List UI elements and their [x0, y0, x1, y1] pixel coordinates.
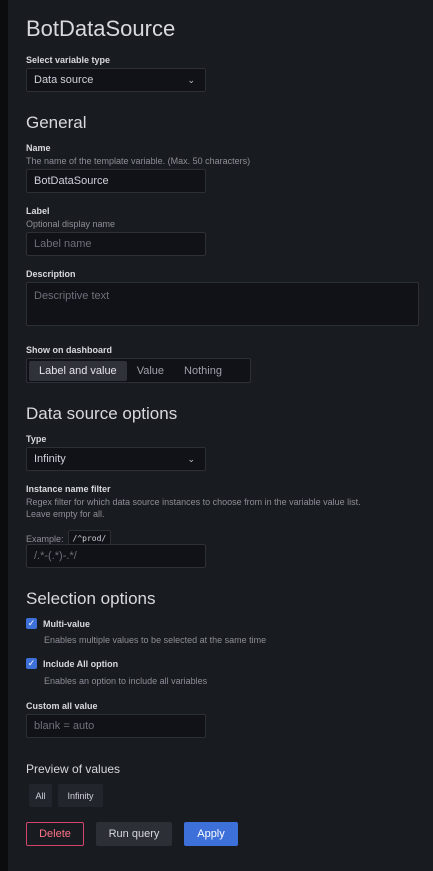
label-description: Optional display name — [26, 219, 116, 229]
check-icon[interactable]: ✓ — [26, 618, 37, 629]
show-on-dashboard-radio-group: Label and value Value Nothing — [26, 358, 251, 383]
multi-value-label: Multi-value — [43, 618, 91, 629]
radio-value[interactable]: Value — [127, 361, 174, 381]
custom-all-input[interactable]: blank = auto — [26, 714, 206, 738]
left-edge — [0, 0, 8, 871]
variable-type-label: Select variable type — [26, 55, 111, 65]
label-input[interactable]: Label name — [26, 232, 206, 256]
name-description: The name of the template variable. (Max.… — [26, 156, 251, 166]
variable-type-value: Data source — [34, 74, 94, 86]
instance-filter-label: Instance name filter — [26, 484, 111, 494]
chevron-down-icon: ⌄ — [187, 74, 195, 85]
radio-nothing[interactable]: Nothing — [174, 361, 232, 381]
datasource-options-heading: Data source options — [26, 404, 178, 423]
multi-value-row[interactable]: ✓ Multi-value — [26, 618, 90, 629]
selection-options-heading: Selection options — [26, 589, 156, 608]
preview-value-infinity: Infinity — [58, 784, 103, 807]
check-icon[interactable]: ✓ — [26, 658, 37, 669]
instance-filter-input[interactable]: /.*-(.*)-.*/ — [26, 544, 206, 568]
show-on-dashboard-label: Show on dashboard — [26, 345, 113, 355]
type-label: Type — [26, 434, 47, 444]
type-select[interactable]: Infinity ⌄ — [26, 447, 206, 471]
label-label: Label — [26, 206, 50, 216]
variable-editor-panel: BotDataSource Select variable type Data … — [8, 0, 433, 871]
radio-label-and-value[interactable]: Label and value — [29, 360, 127, 381]
page-title: BotDataSource — [26, 16, 176, 41]
include-all-label: Include All option — [43, 658, 119, 669]
type-value: Infinity — [34, 453, 66, 465]
include-all-row[interactable]: ✓ Include All option — [26, 658, 118, 669]
multi-value-description: Enables multiple values to be selected a… — [44, 635, 267, 645]
description-label: Description — [26, 269, 76, 279]
include-all-description: Enables an option to include all variabl… — [44, 676, 208, 686]
instance-filter-description: Regex filter for which data source insta… — [26, 497, 361, 519]
apply-button[interactable]: Apply — [184, 822, 238, 846]
name-label: Name — [26, 143, 51, 153]
chevron-down-icon: ⌄ — [187, 453, 195, 464]
custom-all-label: Custom all value — [26, 701, 98, 711]
delete-button[interactable]: Delete — [26, 822, 84, 846]
preview-value-all: All — [29, 784, 52, 807]
preview-heading: Preview of values — [26, 762, 121, 776]
variable-type-select[interactable]: Data source ⌄ — [26, 68, 206, 92]
general-heading: General — [26, 113, 87, 132]
run-query-button[interactable]: Run query — [96, 822, 172, 846]
name-input[interactable]: BotDataSource — [26, 169, 206, 193]
description-textarea[interactable]: Descriptive text — [26, 282, 419, 326]
